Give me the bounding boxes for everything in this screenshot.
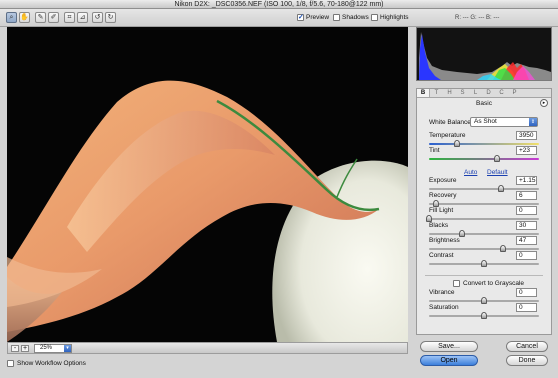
tint-value-field[interactable]: +23 — [516, 146, 537, 155]
shadows-check-box — [333, 14, 340, 21]
vibrance-label: Vibrance — [429, 289, 455, 296]
contrast-slider-thumb[interactable] — [481, 260, 487, 267]
exposure-value-field[interactable]: +1.15 — [516, 176, 537, 185]
straighten-tool-icon[interactable]: ⊿ — [77, 12, 88, 23]
rotate-right-icon[interactable]: ↻ — [105, 12, 116, 23]
calla-lily-photo — [7, 27, 408, 342]
saturation-label: Saturation — [429, 304, 459, 311]
panel-menu-icon[interactable]: ▸ — [540, 99, 548, 107]
exposure-slider-thumb[interactable] — [497, 185, 504, 192]
tint-label: Tint — [429, 147, 440, 154]
tab-detail[interactable]: D — [482, 89, 495, 97]
shadows-label: Shadows — [342, 14, 369, 21]
highlights-checkbox[interactable]: Highlights — [371, 14, 409, 21]
saturation-value-field[interactable]: 0 — [516, 303, 537, 312]
white-balance-value: As Shot — [474, 118, 497, 125]
fill-light-value-field[interactable]: 0 — [516, 206, 537, 215]
vibrance-value-field[interactable]: 0 — [516, 288, 537, 297]
workflow-options-label: Show Workflow Options — [17, 360, 86, 367]
shadows-checkbox[interactable]: Shadows — [333, 14, 369, 21]
fill-light-slider-thumb[interactable] — [426, 215, 432, 222]
tab-tone-curve[interactable]: T — [430, 89, 443, 97]
hand-tool-icon[interactable]: ✋ — [19, 12, 30, 23]
blacks-value-field[interactable]: 30 — [516, 221, 537, 230]
convert-to-grayscale-checkbox[interactable]: Convert to Grayscale — [453, 280, 524, 287]
save-button[interactable]: Save... — [420, 341, 478, 352]
workflow-check-box — [7, 360, 14, 367]
contrast-slider[interactable] — [429, 260, 539, 267]
tab-lens[interactable]: L — [469, 89, 482, 97]
preview-label: Preview — [306, 14, 330, 21]
blacks-slider[interactable] — [429, 230, 539, 237]
chevron-down-icon: ▾ — [64, 345, 71, 352]
zoom-out-button[interactable]: - — [11, 345, 19, 352]
saturation-slider[interactable] — [429, 312, 539, 319]
zoom-tool-icon[interactable]: ⌕ — [6, 12, 17, 23]
temperature-value-field[interactable]: 3950 — [516, 131, 537, 140]
rotate-left-icon[interactable]: ↺ — [92, 12, 103, 23]
white-balance-select[interactable]: As Shot ⇕ — [470, 117, 538, 127]
default-link[interactable]: Default — [487, 169, 508, 176]
contrast-label: Contrast — [429, 252, 454, 259]
divider — [425, 275, 543, 276]
open-button[interactable]: Open — [420, 355, 478, 366]
blacks-slider-thumb[interactable] — [459, 230, 465, 237]
color-sampler-tool-icon[interactable]: ✐ — [48, 12, 59, 23]
rgb-readout: R: --- G: --- B: --- — [455, 15, 500, 21]
exposure-label: Exposure — [429, 177, 457, 184]
workflow-options-checkbox[interactable]: Show Workflow Options — [7, 360, 86, 367]
tab-split-toning[interactable]: S — [456, 89, 469, 97]
grayscale-label: Convert to Grayscale — [463, 280, 525, 287]
exposure-slider[interactable] — [429, 185, 539, 192]
brightness-slider[interactable] — [429, 245, 539, 252]
tab-calibration[interactable]: C — [495, 89, 508, 97]
white-balance-tool-icon[interactable]: ✎ — [35, 12, 46, 23]
grayscale-check-box — [453, 280, 460, 287]
preview-checkbox[interactable]: ✓ Preview — [297, 14, 329, 21]
contrast-value-field[interactable]: 0 — [516, 251, 537, 260]
brightness-value-field[interactable]: 47 — [516, 236, 537, 245]
up-down-arrows-icon: ⇕ — [529, 118, 537, 126]
blacks-label: Blacks — [429, 222, 449, 229]
fill-light-label: Fill Light — [429, 207, 454, 214]
temperature-label: Temperature — [429, 132, 466, 139]
temperature-slider[interactable] — [429, 140, 539, 147]
zoom-in-button[interactable]: + — [21, 345, 29, 352]
zoom-status-bar: - + 25% ▾ — [7, 342, 408, 354]
window-title: Nikon D2X: _DSC0356.NEF (ISO 100, 1/8, f… — [0, 0, 558, 9]
brightness-slider-thumb[interactable] — [499, 245, 506, 252]
cancel-button[interactable]: Cancel — [506, 341, 548, 352]
highlights-label: Highlights — [380, 14, 409, 21]
fill-light-slider[interactable] — [426, 215, 539, 222]
tab-basic[interactable]: B — [417, 89, 430, 97]
crop-tool-icon[interactable]: ⌗ — [64, 12, 75, 23]
toolbar: ⌕ ✋ ✎ ✐ ⌗ ⊿ ↺ ↻ ✓ Preview Shadows Highli… — [0, 9, 558, 27]
preview-check-icon: ✓ — [297, 14, 304, 21]
panel-tabs: B T H S L D C P — [417, 89, 551, 98]
tab-presets[interactable]: P — [508, 89, 521, 97]
auto-link[interactable]: Auto — [464, 169, 477, 176]
image-preview[interactable] — [7, 27, 408, 342]
panel-title: Basic — [476, 100, 492, 107]
recovery-value-field[interactable]: 6 — [516, 191, 537, 200]
brightness-label: Brightness — [429, 237, 460, 244]
zoom-level-select[interactable]: 25% ▾ — [34, 344, 72, 353]
histogram-graph — [417, 28, 551, 80]
saturation-slider-thumb[interactable] — [481, 312, 487, 319]
temperature-slider-thumb[interactable] — [453, 140, 460, 147]
recovery-label: Recovery — [429, 192, 457, 199]
tint-slider[interactable] — [429, 155, 539, 162]
adjustment-panel: B T H S L D C P Basic ▸ White Balance: A… — [416, 88, 552, 335]
zoom-level-value: 25% — [40, 345, 53, 351]
white-balance-label: White Balance: — [429, 119, 473, 126]
highlights-check-box — [371, 14, 378, 21]
vibrance-slider-thumb[interactable] — [481, 297, 487, 304]
vibrance-slider[interactable] — [429, 297, 539, 304]
tint-slider-thumb[interactable] — [494, 155, 501, 162]
tab-hsl[interactable]: H — [443, 89, 456, 97]
done-button[interactable]: Done — [506, 355, 548, 366]
histogram — [416, 27, 552, 81]
recovery-slider[interactable] — [429, 200, 539, 207]
recovery-slider-thumb[interactable] — [432, 200, 439, 207]
